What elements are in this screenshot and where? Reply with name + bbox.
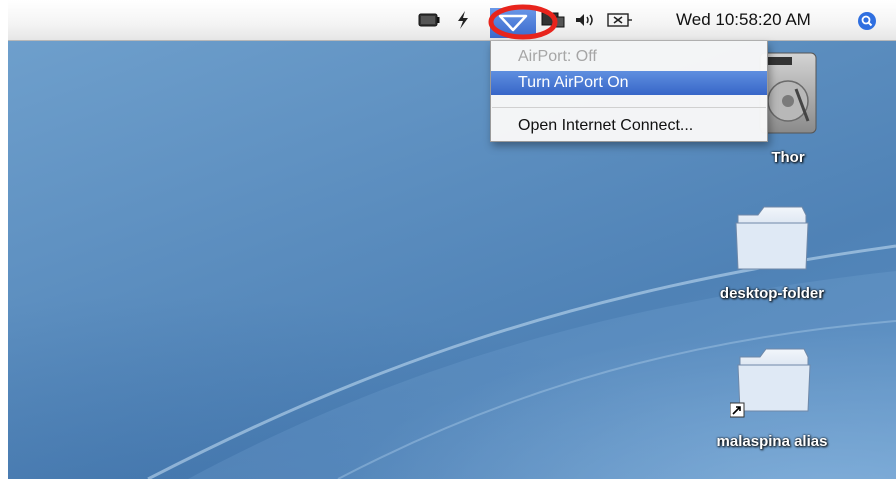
airport-dropdown-menu: AirPort: Off Turn AirPort On Open Intern…: [490, 41, 768, 142]
desktop-icon-label: desktop-folder: [719, 285, 825, 302]
battery-icon: [418, 13, 440, 27]
turn-airport-on-item[interactable]: Turn AirPort On: [491, 71, 767, 95]
eject-icon: [607, 13, 632, 27]
volume-icon: [576, 14, 593, 26]
desktop-icon-desktop-folder[interactable]: desktop-folder: [696, 199, 848, 309]
volume-menu-extra[interactable]: [574, 11, 596, 29]
power-menu-extra[interactable]: [454, 10, 472, 30]
desktop-icon-label: malaspina alias: [716, 433, 828, 450]
menu-bar-clock[interactable]: Wed 10:58:20 AM: [676, 10, 811, 30]
spotlight-button[interactable]: [856, 10, 878, 32]
folder-icon: [735, 206, 809, 270]
annotation-circle: [488, 4, 558, 40]
power-bolt-icon: [458, 11, 468, 29]
desktop-icon-malaspina-alias[interactable]: malaspina alias: [696, 341, 848, 461]
menu-bar: Wed 10:58:20 AM: [8, 0, 896, 41]
open-internet-connect-item[interactable]: Open Internet Connect...: [491, 114, 767, 138]
eject-menu-extra[interactable]: [606, 11, 634, 29]
screen: Thor desktop-folder malaspina alias Wed …: [8, 0, 896, 479]
folder-alias-icon: [730, 348, 811, 418]
battery-menu-extra[interactable]: [418, 12, 440, 28]
menu-separator: [492, 107, 766, 108]
airport-status-item: AirPort: Off: [518, 48, 597, 65]
desktop-icon-label: Thor: [771, 149, 805, 166]
spotlight-icon: [858, 12, 876, 30]
